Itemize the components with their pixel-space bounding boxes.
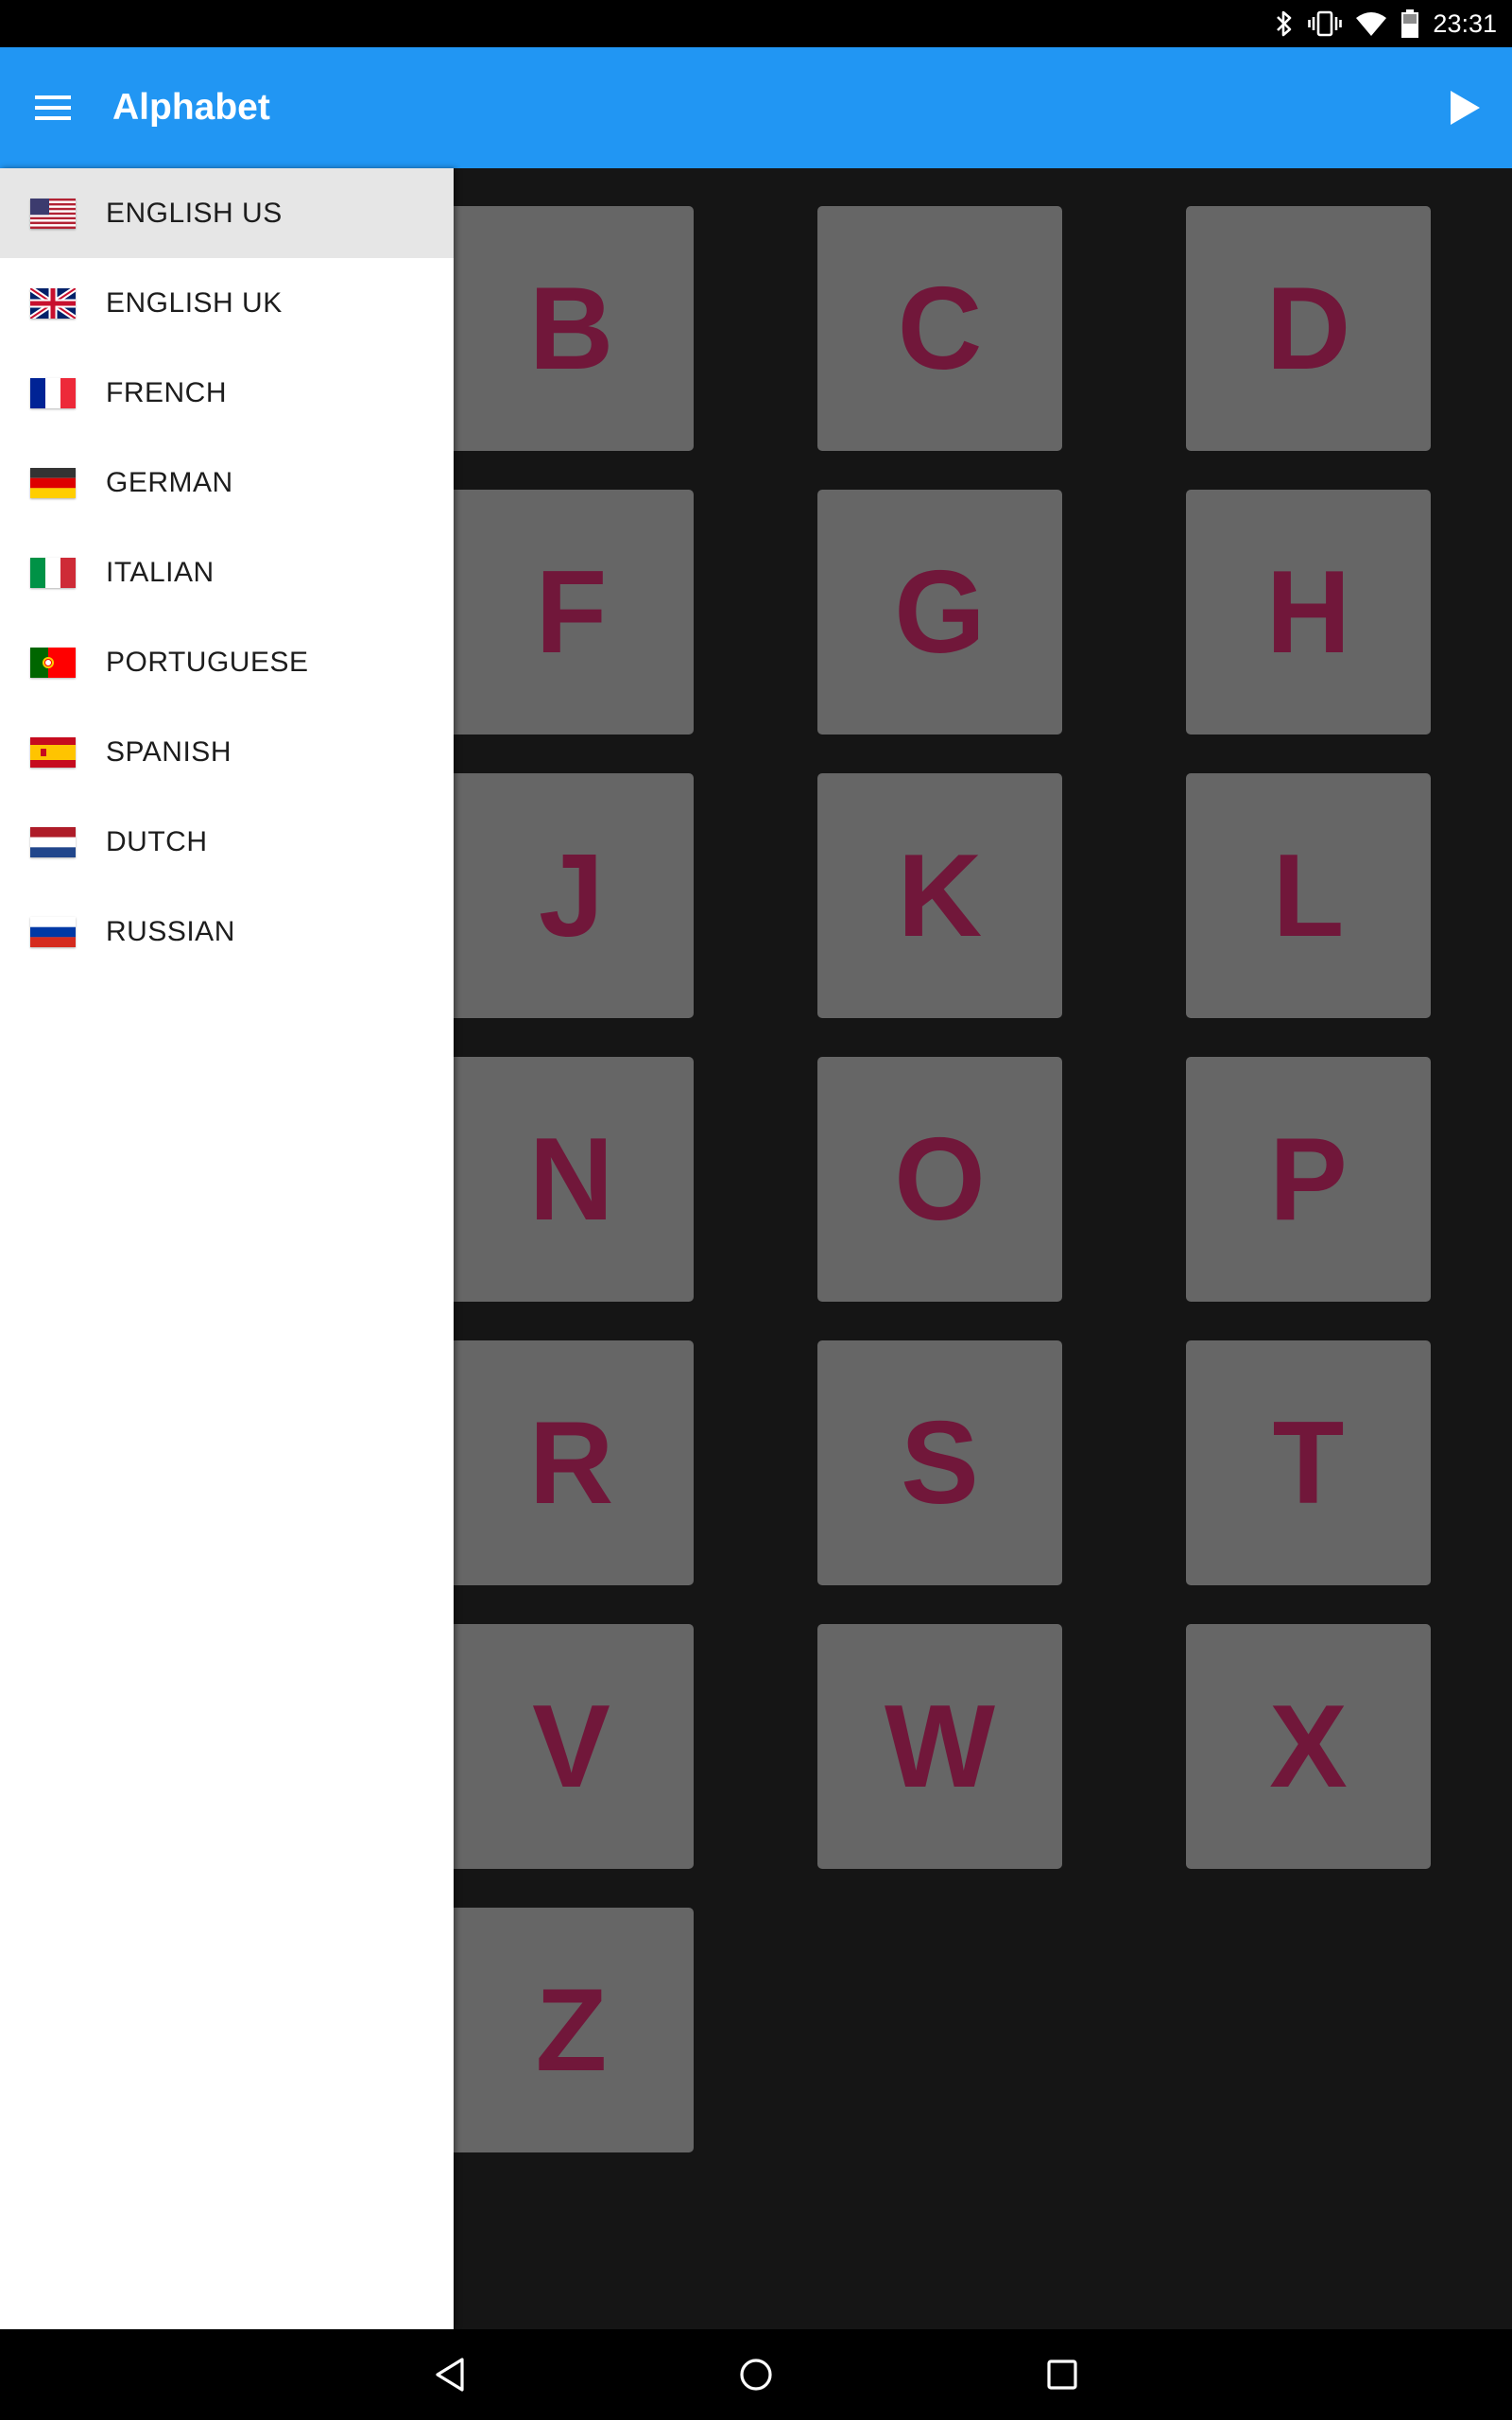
letter-tile-j[interactable]: J: [449, 773, 694, 1018]
home-icon[interactable]: [728, 2346, 784, 2403]
back-icon[interactable]: [421, 2346, 478, 2403]
drawer-item-label: ENGLISH US: [106, 197, 283, 229]
drawer-item-label: RUSSIAN: [106, 915, 235, 947]
drawer-item-label: PORTUGUESE: [106, 646, 309, 678]
letter-tile-d[interactable]: D: [1186, 206, 1431, 451]
drawer-item-label: ITALIAN: [106, 556, 215, 588]
drawer-item-label: FRENCH: [106, 376, 227, 408]
drawer-item-dutch[interactable]: DUTCH: [0, 797, 454, 887]
drawer-item-german[interactable]: GERMAN: [0, 438, 454, 527]
drawer-item-label: ENGLISH UK: [106, 286, 283, 319]
status-icons: 23:31: [1274, 0, 1497, 47]
portugal-flag-icon: [30, 647, 76, 678]
drawer-item-label: SPANISH: [106, 735, 232, 768]
letter-tile-t[interactable]: T: [1186, 1340, 1431, 1585]
status-time: 23:31: [1433, 9, 1497, 38]
drawer-item-english-us[interactable]: ENGLISH US: [0, 168, 454, 258]
letter-tile-r[interactable]: R: [449, 1340, 694, 1585]
hamburger-menu-icon[interactable]: [19, 76, 87, 140]
battery-icon: [1400, 9, 1419, 39]
germany-flag-icon: [30, 467, 76, 498]
status-bar: 23:31: [0, 0, 1512, 47]
letter-tile-f[interactable]: F: [449, 490, 694, 735]
app-title: Alphabet: [112, 87, 270, 128]
app-bar: Alphabet: [0, 47, 1512, 168]
letter-tile-w[interactable]: W: [817, 1624, 1062, 1869]
letter-tile-b[interactable]: B: [449, 206, 694, 451]
letter-tile-k[interactable]: K: [817, 773, 1062, 1018]
letter-tile-n[interactable]: N: [449, 1057, 694, 1302]
letter-tile-z[interactable]: Z: [449, 1908, 694, 2152]
letter-tile-c[interactable]: C: [817, 206, 1062, 451]
system-nav-bar: [0, 2329, 1512, 2420]
drawer-item-spanish[interactable]: SPANISH: [0, 707, 454, 797]
russia-flag-icon: [30, 916, 76, 947]
letter-tile-s[interactable]: S: [817, 1340, 1062, 1585]
netherlands-flag-icon: [30, 826, 76, 857]
drawer-item-french[interactable]: FRENCH: [0, 348, 454, 438]
us-flag-icon: [30, 198, 76, 229]
italy-flag-icon: [30, 557, 76, 588]
drawer-item-english-uk[interactable]: ENGLISH UK: [0, 258, 454, 348]
letter-tile-p[interactable]: P: [1186, 1057, 1431, 1302]
uk-flag-icon: [30, 287, 76, 319]
france-flag-icon: [30, 377, 76, 408]
navigation-drawer: ENGLISH US ENGLISH UK FRENCH GERMAN ITAL…: [0, 168, 454, 2329]
drawer-item-portuguese[interactable]: PORTUGUESE: [0, 617, 454, 707]
play-icon[interactable]: [1427, 74, 1503, 142]
letter-tile-o[interactable]: O: [817, 1057, 1062, 1302]
letter-tile-v[interactable]: V: [449, 1624, 694, 1869]
drawer-item-italian[interactable]: ITALIAN: [0, 527, 454, 617]
drawer-item-label: GERMAN: [106, 466, 233, 498]
bluetooth-icon: [1274, 9, 1295, 39]
vibrate-icon: [1308, 9, 1343, 39]
spain-flag-icon: [30, 736, 76, 768]
drawer-item-label: DUTCH: [106, 825, 208, 857]
recents-icon[interactable]: [1034, 2346, 1091, 2403]
letter-tile-x[interactable]: X: [1186, 1624, 1431, 1869]
wifi-icon: [1355, 10, 1387, 37]
letter-tile-l[interactable]: L: [1186, 773, 1431, 1018]
letter-tile-h[interactable]: H: [1186, 490, 1431, 735]
drawer-item-russian[interactable]: RUSSIAN: [0, 887, 454, 977]
letter-tile-g[interactable]: G: [817, 490, 1062, 735]
